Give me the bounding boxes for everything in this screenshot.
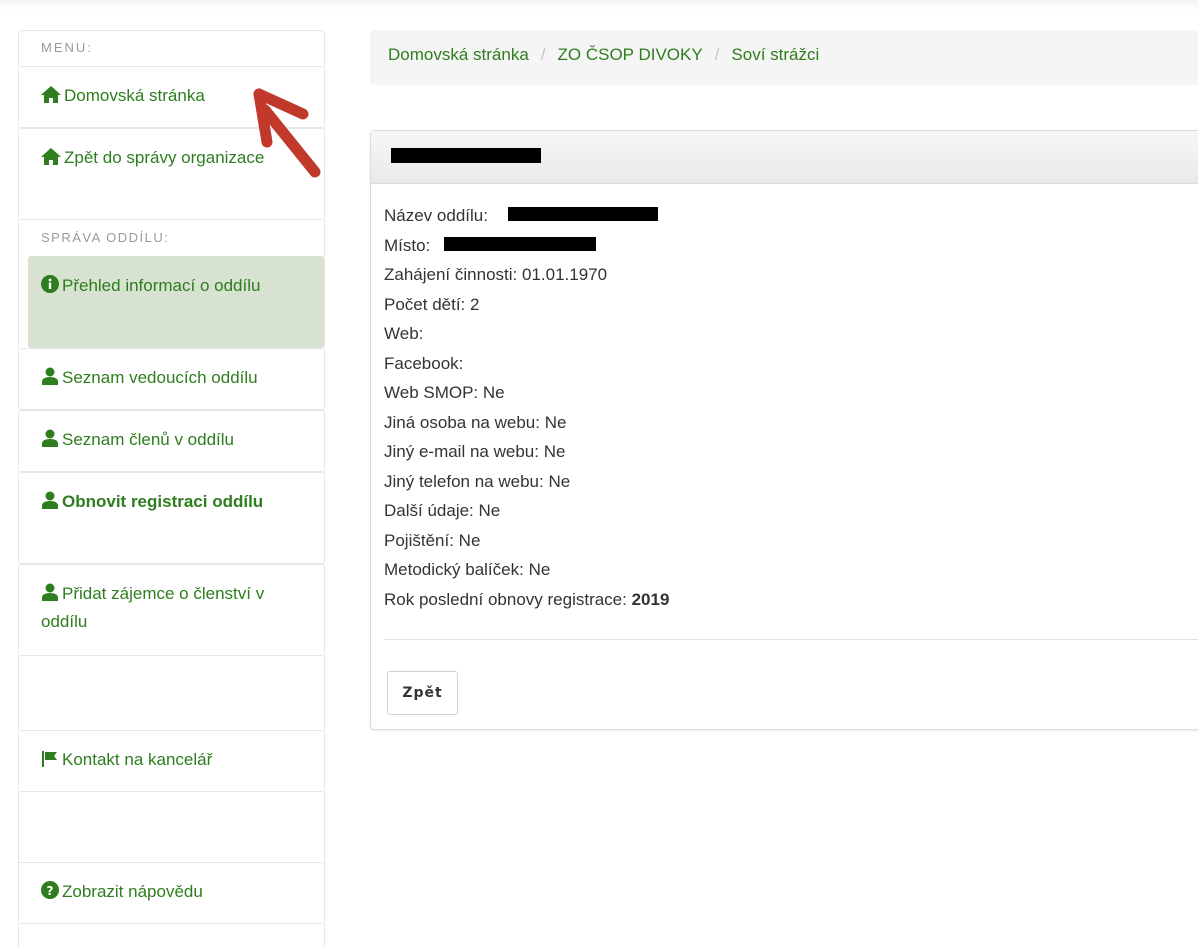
- sidebar-item-add-applicant[interactable]: Přidat zájemce o členství v oddílu: [18, 564, 325, 656]
- redacted-panel-title: [391, 148, 541, 163]
- info-row-web: Web:: [384, 324, 424, 343]
- user-icon: [41, 583, 59, 601]
- sidebar-item-members-list[interactable]: Seznam členů v oddílu: [18, 410, 325, 472]
- sidebar-item-label: Přidat zájemce o členství v oddílu: [41, 584, 265, 631]
- panel-body: Název oddílu: Místo: Zahájení činnosti: …: [371, 184, 1198, 614]
- panel-header: [371, 131, 1198, 184]
- info-row-other-email: Jiný e-mail na webu: Ne: [384, 442, 566, 461]
- sidebar-spacer: [18, 792, 325, 864]
- sidebar-item-contact-office[interactable]: Kontakt na kancelář: [18, 730, 325, 792]
- breadcrumb: Domovská stránka / ZO ČSOP DIVOKY / Soví str…: [370, 30, 1198, 85]
- sidebar-item-label: Domovská stránka: [64, 86, 205, 105]
- sidebar-spacer: [18, 924, 325, 947]
- breadcrumb-home[interactable]: Domovská stránka: [388, 45, 529, 64]
- annotation-arrow-icon: [253, 88, 321, 178]
- panel-divider: [384, 639, 1198, 640]
- team-info-panel: Název oddílu: Místo: Zahájení činnosti: …: [370, 130, 1198, 730]
- info-row-insurance: Pojištění: Ne: [384, 530, 481, 550]
- sidebar-menu-header: MENU:: [18, 30, 325, 66]
- sidebar-item-show-help[interactable]: ? Zobrazit nápovědu: [18, 862, 325, 924]
- breadcrumb-team[interactable]: Soví strážci: [731, 45, 819, 64]
- sidebar-item-team-overview[interactable]: Přehled informací o oddílu: [28, 256, 324, 348]
- sidebar-item-label: Zobrazit nápovědu: [62, 882, 203, 901]
- sidebar-item-label: Obnovit registraci oddílu: [62, 492, 264, 511]
- info-row-start-date: Zahájení činnosti: 01.01.1970: [384, 265, 608, 284]
- info-row-team-name: Název oddílu:: [384, 201, 1196, 231]
- info-row-other-data: Další údaje: Ne: [384, 501, 501, 520]
- home-icon: [41, 86, 61, 103]
- user-icon: [41, 491, 59, 509]
- sidebar-spacer: [18, 656, 325, 730]
- sidebar-section-header: SPRÁVA ODDÍLU:: [18, 220, 325, 256]
- info-row-other-phone: Jiný telefon na webu: Ne: [384, 471, 571, 491]
- sidebar-item-label: Přehled informací o oddílu: [62, 276, 261, 295]
- sidebar-item-leaders-list[interactable]: Seznam vedoucích oddílu: [18, 348, 325, 410]
- redacted-value: [444, 236, 596, 251]
- info-row-children-count: Počet dětí: 2: [384, 294, 480, 314]
- info-row-method-package: Metodický balíček: Ne: [384, 560, 551, 579]
- home-icon: [41, 148, 61, 165]
- question-circle-icon: ?: [41, 881, 59, 899]
- info-row-location: Místo:: [384, 231, 1196, 261]
- info-row-other-person: Jiná osoba na webu: Ne: [384, 412, 567, 432]
- sidebar-item-renew-registration[interactable]: Obnovit registraci oddílu: [18, 472, 325, 564]
- back-button[interactable]: Zpět: [387, 671, 458, 715]
- top-divider: [0, 0, 1198, 10]
- info-circle-icon: [41, 275, 59, 293]
- sidebar-item-label: Kontakt na kancelář: [62, 750, 213, 769]
- info-row-facebook: Facebook:: [384, 353, 464, 373]
- redacted-value: [508, 207, 658, 221]
- info-row-web-smop: Web SMOP: Ne: [384, 383, 505, 402]
- user-icon: [41, 367, 59, 385]
- sidebar-item-label: Zpět do správy organizace: [64, 148, 265, 167]
- breadcrumb-separator: /: [714, 45, 720, 64]
- user-icon: [41, 429, 59, 447]
- sidebar-item-label: Seznam členů v oddílu: [62, 430, 234, 449]
- svg-text:?: ?: [47, 884, 54, 898]
- breadcrumb-organization[interactable]: ZO ČSOP DIVOKY: [558, 45, 703, 64]
- flag-icon: [41, 751, 59, 767]
- sidebar-item-label: Seznam vedoucích oddílu: [62, 368, 258, 387]
- breadcrumb-separator: /: [540, 45, 546, 64]
- info-row-last-renewal-year: Rok poslední obnovy registrace: 2019: [384, 589, 670, 609]
